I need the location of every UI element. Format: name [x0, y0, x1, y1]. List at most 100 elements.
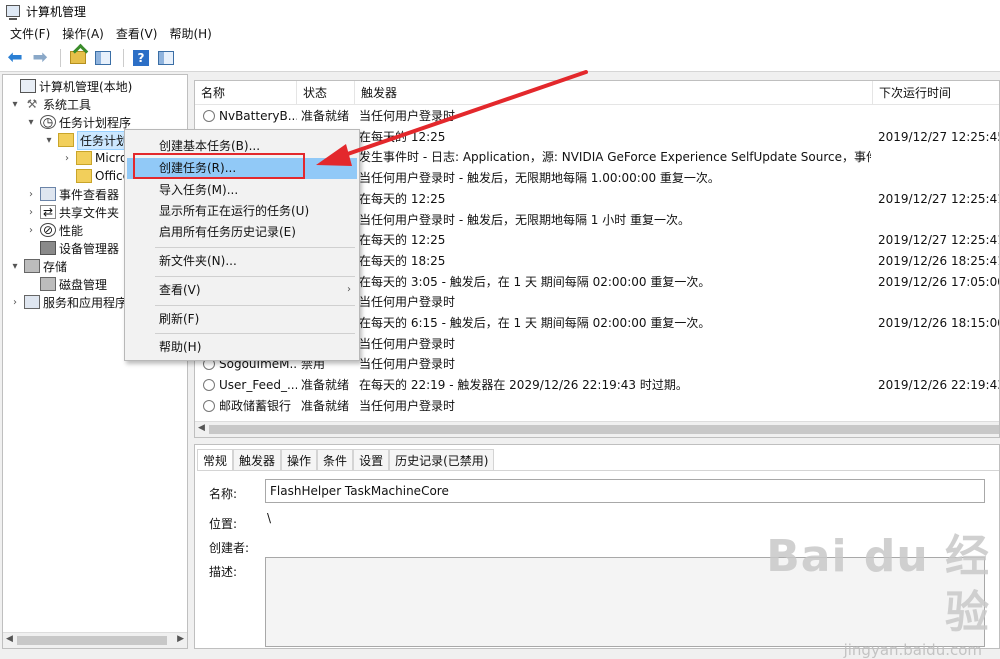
- tree-item-label: 计算机管理(本地): [39, 79, 133, 94]
- task-trigger: 当任何用户登录时 - 触发后，无限期地每隔 1.00:00:00 重复一次。: [359, 171, 720, 186]
- menu-bar: 文件(F) 操作(A) 查看(V) 帮助(H): [0, 22, 1000, 44]
- column-header-status[interactable]: 状态: [297, 81, 355, 105]
- task-next-run: 2019/12/27 12:25:41: [878, 191, 1000, 206]
- task-next-run: 2019/12/27 12:25:45: [878, 129, 1000, 144]
- show-hide-action-pane-button[interactable]: [155, 47, 177, 69]
- task-next-run: 2019/12/27 12:25:41: [878, 233, 1000, 248]
- description-field[interactable]: [265, 557, 985, 647]
- menu-item-enable-task-history[interactable]: 启用所有任务历史记录(E): [127, 222, 357, 243]
- tree-item-label: 事件查看器: [59, 187, 120, 202]
- menu-item-create-basic-task[interactable]: 创建基本任务(B)...: [127, 136, 357, 157]
- help-icon: ?: [133, 49, 149, 66]
- show-hide-tree-button[interactable]: [92, 47, 114, 69]
- tab-history[interactable]: 历史记录(已禁用): [389, 449, 495, 471]
- chevron-right-icon[interactable]: ›: [9, 297, 21, 308]
- computer-management-icon: [6, 5, 20, 20]
- task-next-run: [878, 168, 999, 189]
- menu-item-help[interactable]: 帮助(H): [127, 337, 357, 358]
- task-name: NvBatteryB...: [219, 109, 297, 123]
- scroll-left-icon[interactable]: ◀: [198, 423, 205, 433]
- tab-triggers[interactable]: 触发器: [233, 449, 282, 471]
- tree-item-label: 磁盘管理: [59, 277, 108, 292]
- toolbar: ⬅ ➡ ?: [0, 44, 1000, 72]
- menu-item-create-task[interactable]: 创建任务(R)...: [127, 158, 357, 179]
- menu-separator: [155, 305, 355, 306]
- scroll-left-icon[interactable]: ◀: [6, 634, 13, 644]
- task-trigger: 当任何用户登录时: [359, 398, 456, 413]
- menu-item-import-task[interactable]: 导入任务(M)...: [127, 180, 357, 201]
- back-button[interactable]: ⬅: [4, 47, 26, 69]
- task-next-run: [878, 292, 999, 313]
- scroll-right-icon[interactable]: ▶: [177, 634, 184, 644]
- tree-item-task-scheduler[interactable]: ▾ ◷ 任务计划程序: [25, 113, 131, 131]
- forward-button[interactable]: ➡: [29, 47, 51, 69]
- tab-actions[interactable]: 操作: [281, 449, 318, 471]
- menu-item-show-running-tasks[interactable]: 显示所有正在运行的任务(U): [127, 201, 357, 222]
- tree-horizontal-scrollbar[interactable]: ◀ ▶: [3, 632, 187, 648]
- task-status: 准备就绪: [301, 109, 350, 123]
- chevron-right-icon[interactable]: ›: [25, 225, 37, 236]
- chevron-right-icon[interactable]: ›: [25, 207, 37, 218]
- location-value: \: [267, 511, 272, 525]
- up-level-button[interactable]: [67, 47, 89, 69]
- chevron-right-icon[interactable]: ›: [25, 189, 37, 200]
- tab-general[interactable]: 常规: [197, 449, 234, 471]
- location-label: 位置:: [209, 517, 238, 531]
- task-trigger: 在每天的 12:25: [359, 129, 446, 144]
- task-next-run: 2019/12/26 17:05:00: [878, 274, 1000, 289]
- tree-item-system-tools[interactable]: ▾ ⚒ 系统工具: [9, 95, 91, 113]
- tree-item-shared-folders[interactable]: › ⇄ 共享文件夹: [25, 203, 119, 221]
- tree-item-performance[interactable]: › ⊘ 性能: [25, 221, 83, 239]
- tree-item-device-manager[interactable]: 设备管理器: [25, 239, 119, 257]
- menu-item-refresh[interactable]: 刷新(F): [127, 309, 357, 330]
- performance-icon: ⊘: [40, 223, 56, 237]
- tree-item-services-apps[interactable]: › 服务和应用程序: [9, 293, 127, 311]
- menu-item-view-wrapper[interactable]: 查看(V) ›: [125, 280, 359, 301]
- tree-item-disk-management[interactable]: 磁盘管理: [25, 275, 107, 293]
- task-name: 邮政储蓄银行: [219, 398, 292, 413]
- task-status: 准备就绪: [301, 378, 350, 393]
- task-trigger: 当任何用户登录时: [359, 357, 456, 372]
- menu-item-view[interactable]: 查看(V): [127, 280, 357, 301]
- table-row[interactable]: 邮政储蓄银行 准备就绪 当任何用户登录时: [195, 396, 999, 417]
- storage-icon: [24, 259, 40, 273]
- event-viewer-icon: [40, 187, 56, 201]
- task-trigger: 在每天的 6:15 - 触发后，在 1 天 期间每隔 02:00:00 重复一次…: [359, 316, 711, 330]
- chevron-down-icon[interactable]: ▾: [25, 117, 37, 128]
- menu-help[interactable]: 帮助(H): [163, 25, 217, 42]
- menu-action[interactable]: 操作(A): [56, 25, 110, 42]
- list-horizontal-scrollbar[interactable]: ◀: [195, 421, 999, 437]
- author-label: 创建者:: [209, 541, 250, 555]
- arrow-right-icon: ➡: [32, 47, 48, 68]
- table-row[interactable]: NvBatteryB... 准备就绪 当任何用户登录时: [195, 106, 999, 127]
- tab-conditions[interactable]: 条件: [317, 449, 354, 471]
- column-header-next-run[interactable]: 下次运行时间: [873, 81, 999, 105]
- scrollbar-thumb[interactable]: [209, 425, 999, 434]
- tab-settings[interactable]: 设置: [353, 449, 390, 471]
- task-next-run: [878, 354, 999, 375]
- menu-view[interactable]: 查看(V): [110, 25, 164, 42]
- chevron-right-icon[interactable]: ›: [61, 153, 73, 164]
- task-next-run: [878, 106, 999, 127]
- scrollbar-thumb[interactable]: [17, 636, 167, 645]
- task-trigger: 在每天的 18:25: [359, 253, 446, 268]
- tree-item-event-viewer[interactable]: › 事件查看器: [25, 185, 119, 203]
- action-pane-icon: [158, 50, 174, 65]
- tree-item-computer-management[interactable]: 计算机管理(本地): [5, 77, 132, 95]
- cell-name: NvBatteryB...: [203, 106, 297, 127]
- menu-item-new-folder[interactable]: 新文件夹(N)...: [127, 251, 357, 272]
- menu-file[interactable]: 文件(F): [4, 25, 56, 42]
- task-name: User_Feed_...: [219, 378, 297, 393]
- list-header: 名称 状态 触发器 下次运行时间: [195, 81, 999, 105]
- context-menu: 创建基本任务(B)... 创建任务(R)... 导入任务(M)... 显示所有正…: [124, 129, 360, 361]
- task-clock-icon: [203, 110, 215, 122]
- chevron-down-icon[interactable]: ▾: [9, 261, 21, 272]
- column-header-name[interactable]: 名称: [195, 81, 297, 105]
- tree-item-storage[interactable]: ▾ 存储: [9, 257, 67, 275]
- column-header-trigger[interactable]: 触发器: [355, 81, 873, 105]
- chevron-down-icon[interactable]: ▾: [43, 135, 55, 146]
- chevron-down-icon[interactable]: ▾: [9, 99, 21, 110]
- table-row[interactable]: User_Feed_... 准备就绪 在每天的 22:19 - 触发器在 2029/…: [195, 375, 999, 396]
- help-button[interactable]: ?: [130, 47, 152, 69]
- name-field[interactable]: FlashHelper TaskMachineCore: [265, 479, 985, 503]
